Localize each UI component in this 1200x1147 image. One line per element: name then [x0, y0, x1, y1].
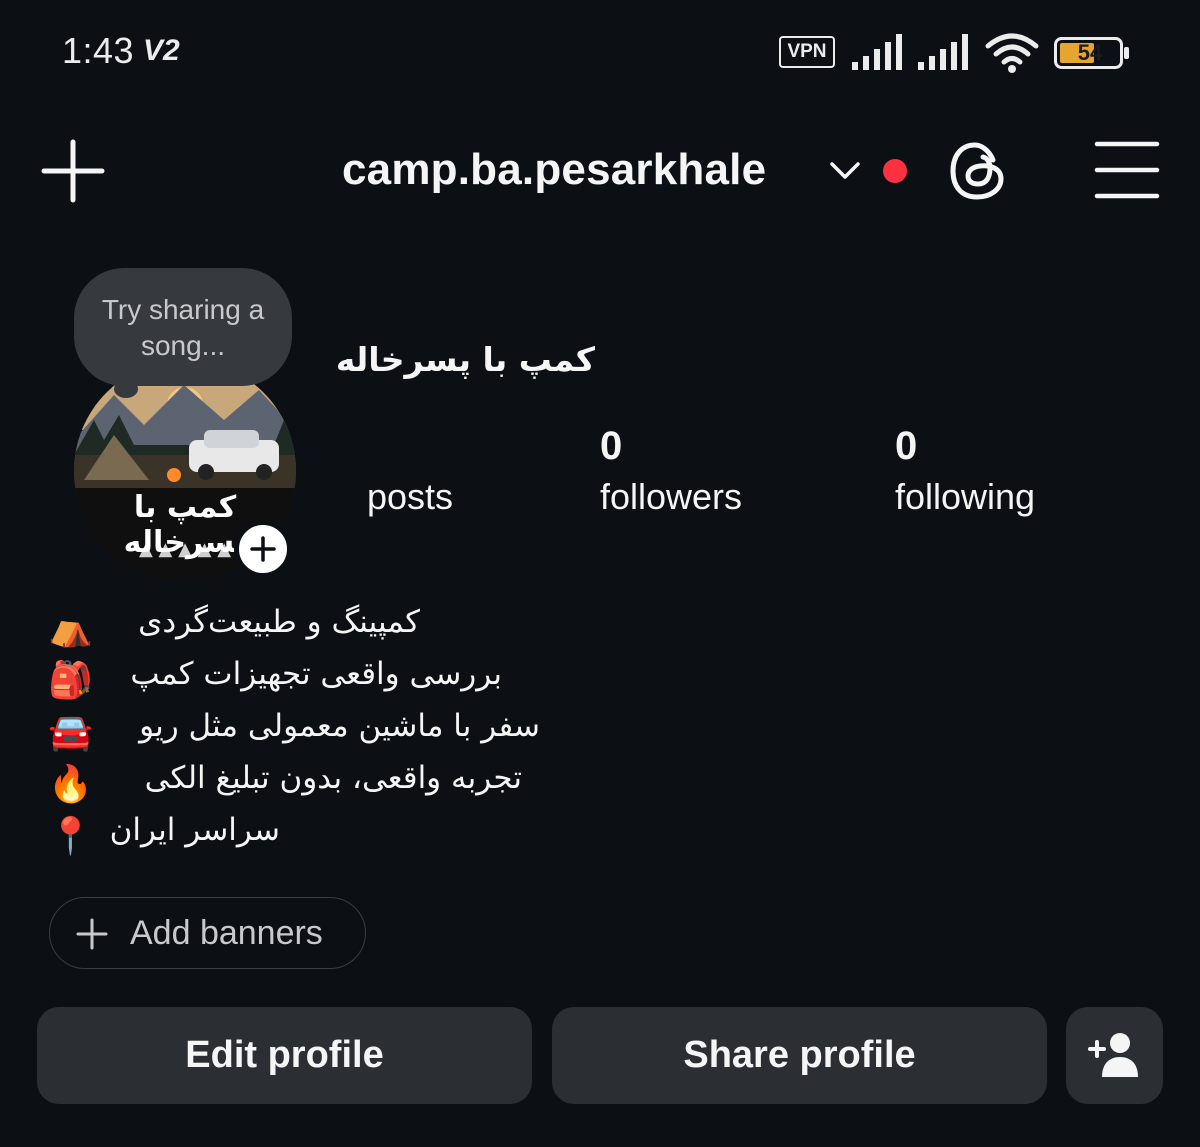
following-label[interactable]: following — [895, 476, 1035, 518]
carrier-label: V2 — [143, 34, 180, 67]
bio-text: تجربه واقعی، بدون تبلیغ الکی — [144, 760, 522, 796]
threads-icon[interactable] — [946, 138, 1012, 204]
add-banners-button[interactable]: Add banners — [49, 897, 366, 969]
chevron-down-icon[interactable] — [828, 158, 862, 184]
bio-text: سراسر ایران — [109, 812, 280, 848]
car-icon: 🚘 — [48, 712, 93, 753]
edit-profile-button[interactable]: Edit profile — [37, 1007, 532, 1104]
bio-text: بررسی واقعی تجهیزات کمپ — [130, 656, 502, 692]
signal-icon — [918, 34, 968, 70]
bio-line: 📍 سراسر ایران — [48, 812, 280, 864]
vpn-badge: VPN — [779, 36, 835, 68]
plus-icon — [76, 918, 108, 950]
following-count[interactable]: 0 — [895, 424, 917, 469]
bio-text: کمپینگ و طبیعت‌گردی — [138, 604, 420, 640]
tent-icon: ⛺ — [48, 608, 93, 649]
battery-level: 54 — [1077, 40, 1103, 65]
username[interactable]: camp.ba.pesarkhale — [342, 145, 766, 195]
bio-text: سفر با ماشین معمولی مثل ریو — [139, 708, 540, 744]
bio-line: 🎒 بررسی واقعی تجهیزات کمپ — [48, 656, 502, 708]
plus-icon — [250, 536, 276, 562]
note-bubble-tail — [114, 380, 138, 398]
followers-label[interactable]: followers — [600, 476, 742, 518]
add-banners-label: Add banners — [130, 914, 323, 952]
wifi-icon — [985, 33, 1039, 73]
bio-line: ⛺ کمپینگ و طبیعت‌گردی — [48, 604, 420, 656]
followers-count[interactable]: 0 — [600, 424, 622, 469]
plus-icon[interactable] — [40, 138, 106, 204]
add-story-button[interactable] — [234, 520, 292, 578]
posts-label[interactable]: posts — [367, 476, 453, 518]
bio-line: 🔥 تجربه واقعی، بدون تبلیغ الکی — [48, 760, 522, 812]
fire-icon: 🔥 — [48, 764, 93, 805]
backpack-icon: 🎒 — [48, 660, 93, 701]
add-person-icon — [1088, 1033, 1138, 1077]
menu-icon[interactable] — [1093, 138, 1161, 202]
display-name: کمپ با پسرخاله — [335, 340, 595, 379]
notification-dot — [883, 159, 907, 183]
signal-icon — [852, 34, 902, 70]
status-time: 1:43 — [62, 30, 135, 71]
pin-icon: 📍 — [48, 816, 93, 857]
share-profile-button[interactable]: Share profile — [552, 1007, 1047, 1104]
discover-people-button[interactable] — [1066, 1007, 1163, 1104]
note-bubble[interactable]: Try sharing a song... — [74, 268, 292, 386]
bio-line: 🚘 سفر با ماشین معمولی مثل ریو — [48, 708, 540, 760]
